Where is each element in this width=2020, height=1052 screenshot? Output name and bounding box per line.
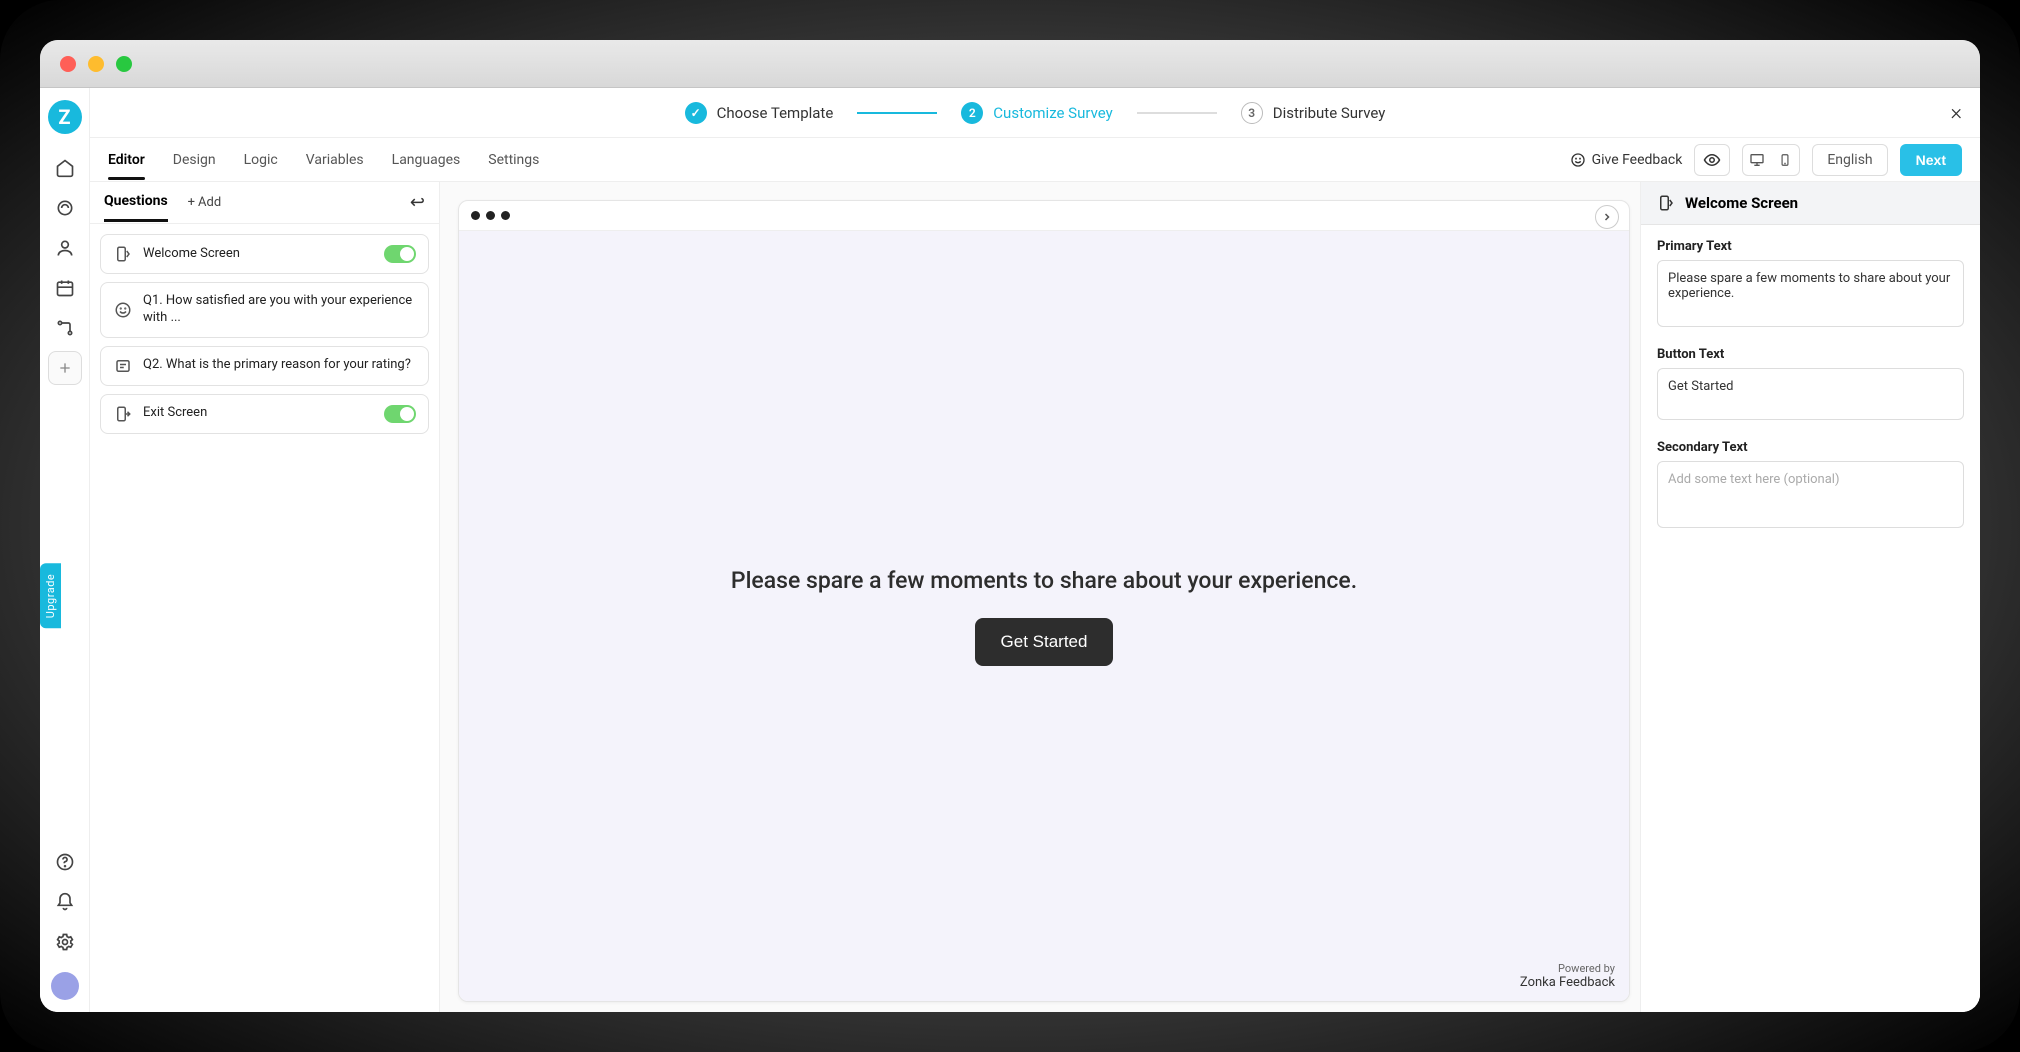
give-feedback-link[interactable]: Give Feedback bbox=[1570, 152, 1683, 168]
powered-small: Powered by bbox=[1520, 962, 1615, 975]
editor-subtabs: Editor Design Logic Variables Languages … bbox=[90, 138, 1980, 182]
tab-logic[interactable]: Logic bbox=[244, 141, 278, 179]
step-number-icon: 3 bbox=[1241, 102, 1263, 124]
window-minimize[interactable] bbox=[88, 56, 104, 72]
window-maximize[interactable] bbox=[116, 56, 132, 72]
properties-title: Welcome Screen bbox=[1685, 194, 1798, 212]
preview-dot bbox=[486, 211, 495, 220]
welcome-heading: Please spare a few moments to share abou… bbox=[731, 567, 1357, 594]
question-item-exit[interactable]: Exit Screen bbox=[100, 394, 429, 434]
question-label: Welcome Screen bbox=[143, 246, 374, 263]
properties-panel: Welcome Screen Primary Text Button Text … bbox=[1640, 182, 1980, 1012]
step-number-icon: 2 bbox=[961, 102, 983, 124]
desktop-icon[interactable] bbox=[1743, 152, 1771, 168]
step-label: Customize Survey bbox=[993, 104, 1112, 122]
device-toggle[interactable] bbox=[1742, 144, 1800, 176]
step-label: Choose Template bbox=[717, 104, 834, 122]
get-started-button[interactable]: Get Started bbox=[975, 618, 1114, 666]
mobile-icon[interactable] bbox=[1771, 152, 1799, 168]
nav-contacts-icon[interactable] bbox=[48, 231, 82, 265]
preview-titlebar bbox=[459, 201, 1629, 231]
preview-dot bbox=[471, 211, 480, 220]
check-icon: ✓ bbox=[685, 102, 707, 124]
nav-help-icon[interactable] bbox=[48, 845, 82, 879]
plus-icon: + bbox=[188, 195, 195, 210]
step-connector bbox=[1137, 112, 1217, 114]
welcome-screen-icon bbox=[1657, 194, 1675, 212]
secondary-text-label: Secondary Text bbox=[1657, 440, 1964, 455]
question-label: Exit Screen bbox=[143, 405, 374, 422]
nav-home-icon[interactable] bbox=[48, 151, 82, 185]
close-icon[interactable]: × bbox=[1950, 100, 1962, 125]
add-question-button[interactable]: +Add bbox=[188, 195, 222, 220]
preview-next-icon[interactable] bbox=[1595, 205, 1619, 229]
user-avatar[interactable] bbox=[51, 972, 79, 1000]
powered-by: Powered by Zonka Feedback bbox=[1520, 962, 1615, 991]
question-item-q1[interactable]: Q1. How satisfied are you with your expe… bbox=[100, 282, 429, 338]
questions-panel: Questions +Add ↩ Welcome Screen Q1. How … bbox=[90, 182, 440, 1012]
step-customize-survey[interactable]: 2 Customize Survey bbox=[961, 102, 1112, 124]
exit-screen-icon bbox=[113, 405, 133, 423]
window-titlebar bbox=[40, 40, 1980, 88]
tab-settings[interactable]: Settings bbox=[488, 141, 539, 179]
toggle-switch[interactable] bbox=[384, 405, 416, 423]
question-label: Q2. What is the primary reason for your … bbox=[143, 357, 416, 374]
give-feedback-label: Give Feedback bbox=[1592, 152, 1683, 168]
app-logo[interactable]: Z bbox=[48, 100, 82, 134]
powered-brand: Zonka Feedback bbox=[1520, 975, 1615, 991]
tab-editor[interactable]: Editor bbox=[108, 141, 145, 179]
survey-preview: Please spare a few moments to share abou… bbox=[458, 200, 1630, 1002]
text-icon bbox=[113, 357, 133, 375]
step-label: Distribute Survey bbox=[1273, 104, 1386, 122]
preview-dot bbox=[501, 211, 510, 220]
nav-loop-icon[interactable] bbox=[48, 191, 82, 225]
toggle-switch[interactable] bbox=[384, 245, 416, 263]
step-distribute-survey[interactable]: 3 Distribute Survey bbox=[1241, 102, 1386, 124]
welcome-screen-icon bbox=[113, 245, 133, 263]
wizard-stepper: ✓ Choose Template 2 Customize Survey 3 D… bbox=[90, 88, 1980, 138]
tab-variables[interactable]: Variables bbox=[306, 141, 364, 179]
upgrade-tab[interactable]: Upgrade bbox=[40, 564, 61, 629]
nav-settings-icon[interactable] bbox=[48, 925, 82, 959]
preview-button[interactable] bbox=[1694, 144, 1730, 176]
secondary-text-input[interactable] bbox=[1657, 461, 1964, 528]
properties-header: Welcome Screen bbox=[1641, 182, 1980, 225]
nav-workflow-icon[interactable] bbox=[48, 311, 82, 345]
primary-text-input[interactable] bbox=[1657, 260, 1964, 327]
smile-icon bbox=[1570, 152, 1586, 168]
tab-languages[interactable]: Languages bbox=[392, 141, 461, 179]
nav-calendar-icon[interactable] bbox=[48, 271, 82, 305]
language-selector[interactable]: English bbox=[1812, 144, 1887, 176]
undo-icon[interactable]: ↩ bbox=[410, 192, 425, 223]
button-text-input[interactable] bbox=[1657, 368, 1964, 420]
add-label: Add bbox=[198, 195, 221, 210]
next-button[interactable]: Next bbox=[1900, 144, 1962, 176]
primary-text-label: Primary Text bbox=[1657, 239, 1964, 254]
question-label: Q1. How satisfied are you with your expe… bbox=[143, 293, 416, 327]
button-text-label: Button Text bbox=[1657, 347, 1964, 362]
preview-area: Please spare a few moments to share abou… bbox=[440, 182, 1640, 1012]
step-connector bbox=[857, 112, 937, 114]
nav-notifications-icon[interactable] bbox=[48, 885, 82, 919]
smiley-icon bbox=[113, 301, 133, 319]
nav-add-button[interactable] bbox=[48, 351, 82, 385]
tab-design[interactable]: Design bbox=[173, 141, 216, 179]
window-close[interactable] bbox=[60, 56, 76, 72]
questions-tab[interactable]: Questions bbox=[104, 193, 168, 222]
step-choose-template[interactable]: ✓ Choose Template bbox=[685, 102, 834, 124]
nav-rail: Z Upgrade bbox=[40, 88, 90, 1012]
question-item-welcome[interactable]: Welcome Screen bbox=[100, 234, 429, 274]
question-item-q2[interactable]: Q2. What is the primary reason for your … bbox=[100, 346, 429, 386]
